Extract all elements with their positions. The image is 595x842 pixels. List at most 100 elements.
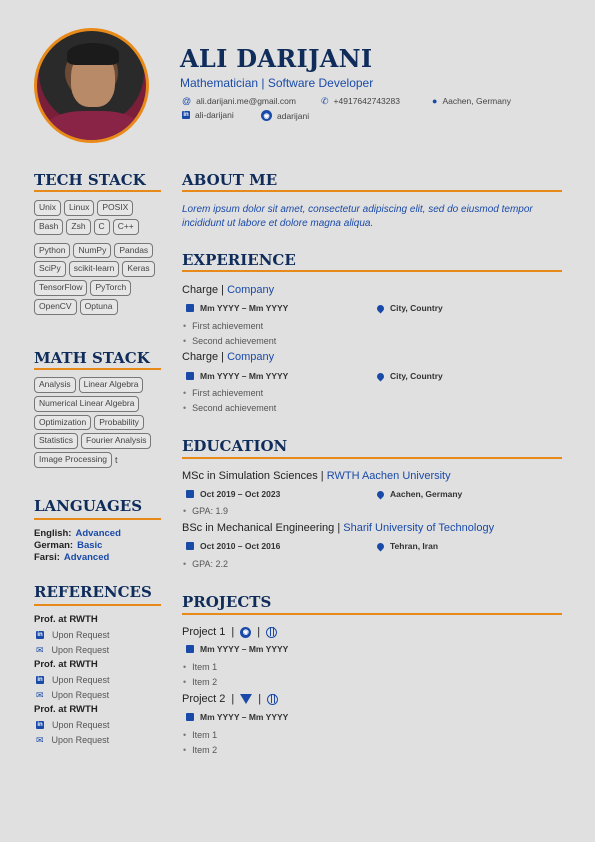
location-pin-icon <box>375 541 386 551</box>
skill-tag: Analysis <box>34 377 76 393</box>
skill-tag: Optuna <box>79 298 118 315</box>
skill-tag: Unix <box>34 200 62 216</box>
gitlab-icon[interactable] <box>240 694 253 704</box>
separator: | <box>221 351 224 363</box>
tag-row: Optimization Probability <box>34 414 168 431</box>
linkedin-icon: in <box>36 676 44 684</box>
math-stack-title: MATH STACK <box>34 349 150 367</box>
linkedin-icon: in <box>36 721 44 729</box>
tag-row: TensorFlow PyTorch <box>34 280 168 296</box>
globe-icon[interactable] <box>266 626 278 638</box>
globe-icon[interactable] <box>267 693 279 705</box>
education-entry-title: MSc in Simulation Sciences | RWTH Aachen… <box>182 470 451 482</box>
education-institution[interactable]: Sharif University of Technology <box>343 522 494 534</box>
reference-name: Prof. at RWTH <box>34 704 98 715</box>
tech-stack-title: TECH STACK <box>34 171 146 189</box>
profile-photo <box>34 28 149 143</box>
reference-linkedin[interactable]: in Upon Request <box>36 720 110 730</box>
linkedin-icon: in <box>36 631 44 639</box>
skill-tag: C <box>93 218 110 235</box>
skill-tag: SciPy <box>34 261 66 278</box>
skill-tag: Bash <box>34 218 64 235</box>
skill-tag: Pandas <box>114 242 154 259</box>
dates-text: Oct 2010 – Oct 2016 <box>200 541 281 551</box>
education-rule <box>182 457 562 459</box>
experience-title: EXPERIENCE <box>182 251 296 269</box>
experience-company[interactable]: Company <box>227 351 274 363</box>
math-stack-rule <box>34 368 161 370</box>
separator: | <box>221 284 224 296</box>
location-contact: ● Aachen, Germany <box>432 96 511 106</box>
location-text: Aachen, Germany <box>390 489 463 499</box>
calendar-icon <box>186 645 194 653</box>
skill-tag: Probability <box>94 414 144 431</box>
skill-tag: Zsh <box>66 218 91 235</box>
list-item: Item 1 <box>183 730 217 740</box>
skill-tag: PyTorch <box>90 280 132 296</box>
separator: | <box>258 693 262 705</box>
list-item: Second achievement <box>183 403 276 413</box>
list-item: Item 1 <box>183 662 217 672</box>
experience-rule <box>182 270 562 272</box>
references-rule <box>34 604 161 606</box>
language-label: German: <box>34 540 74 551</box>
reference-email-text: Upon Request <box>51 735 110 745</box>
language-level: Basic <box>77 540 103 551</box>
list-item: First achievement <box>183 388 263 398</box>
linkedin-icon: in <box>182 111 190 119</box>
reference-email[interactable]: ✉ Upon Request <box>36 690 109 700</box>
tag-row: Statistics Fourier Analysis <box>34 433 168 450</box>
reference-email[interactable]: ✉ Upon Request <box>36 645 109 655</box>
list-item: Item 2 <box>183 745 217 755</box>
linkedin-contact[interactable]: in ali-darijani <box>182 110 234 120</box>
tag-row: Numerical Linear Algebra <box>34 395 168 412</box>
github-text: adarijani <box>277 110 310 121</box>
list-item: Second achievement <box>183 336 276 346</box>
about-rule <box>182 190 562 192</box>
math-stack-tags: Analysis Linear Algebra Numerical Linear A… <box>34 377 168 471</box>
about-title: ABOUT ME <box>182 171 278 189</box>
reference-linkedin[interactable]: in Upon Request <box>36 630 110 640</box>
project-title: Project 1 | ◉ | <box>182 626 278 638</box>
email-contact[interactable]: @ ali.darijani.me@gmail.com <box>182 96 296 106</box>
github-icon[interactable]: ◉ <box>240 626 252 638</box>
project-title: Project 2 | | <box>182 693 279 705</box>
tag-row: Unix Linux POSIX <box>34 200 168 216</box>
experience-entry-title: Charge | Company <box>182 351 274 363</box>
education-entry-title: BSc in Mechanical Engineering | Sharif U… <box>182 522 494 534</box>
education-dates: Oct 2010 – Oct 2016 <box>186 541 280 551</box>
github-icon: ◉ <box>261 110 272 121</box>
languages-title: LANGUAGES <box>34 497 143 515</box>
tag-row: SciPy scikit-learn Keras <box>34 261 168 278</box>
reference-name: Prof. at RWTH <box>34 614 98 625</box>
separator: | <box>257 626 261 638</box>
skill-tag: NumPy <box>73 242 112 259</box>
dates-text: Mm YYYY – Mm YYYY <box>200 371 289 381</box>
tech-stack-tags: Unix Linux POSIX Bash Zsh C C++ Python NumPy Pand… <box>34 200 168 318</box>
tag-row: OpenCV Optuna <box>34 298 168 315</box>
project-name: Project 1 <box>182 626 226 638</box>
language-label: Farsi: <box>34 552 60 563</box>
reference-linkedin-text: Upon Request <box>52 720 110 730</box>
phone-icon: ✆ <box>321 95 329 106</box>
separator: | <box>231 693 235 705</box>
education-degree: BSc in Mechanical Engineering <box>182 522 335 534</box>
education-dates: Oct 2019 – Oct 2023 <box>186 489 280 499</box>
reference-linkedin[interactable]: in Upon Request <box>36 675 110 685</box>
tag-row: Python NumPy Pandas <box>34 242 168 259</box>
reference-email[interactable]: ✉ Upon Request <box>36 735 109 745</box>
experience-company[interactable]: Company <box>227 284 274 296</box>
phone-contact[interactable]: ✆ +4917642743283 <box>321 96 400 106</box>
skill-tag: Linux <box>64 200 95 216</box>
language-level: Advanced <box>75 528 121 539</box>
skill-tag: Python <box>34 242 71 259</box>
location-pin-icon <box>375 303 386 313</box>
experience-dates: Mm YYYY – Mm YYYY <box>186 371 288 381</box>
education-institution[interactable]: RWTH Aachen University <box>327 470 451 482</box>
gpa-item: GPA: 2.2 <box>183 559 228 569</box>
education-degree: MSc in Simulation Sciences <box>182 470 318 482</box>
gpa-item: GPA: 1.9 <box>183 506 228 516</box>
github-contact[interactable]: ◉ adarijani <box>261 110 309 121</box>
skill-tag: C++ <box>112 218 139 235</box>
list-item: First achievement <box>183 321 263 331</box>
